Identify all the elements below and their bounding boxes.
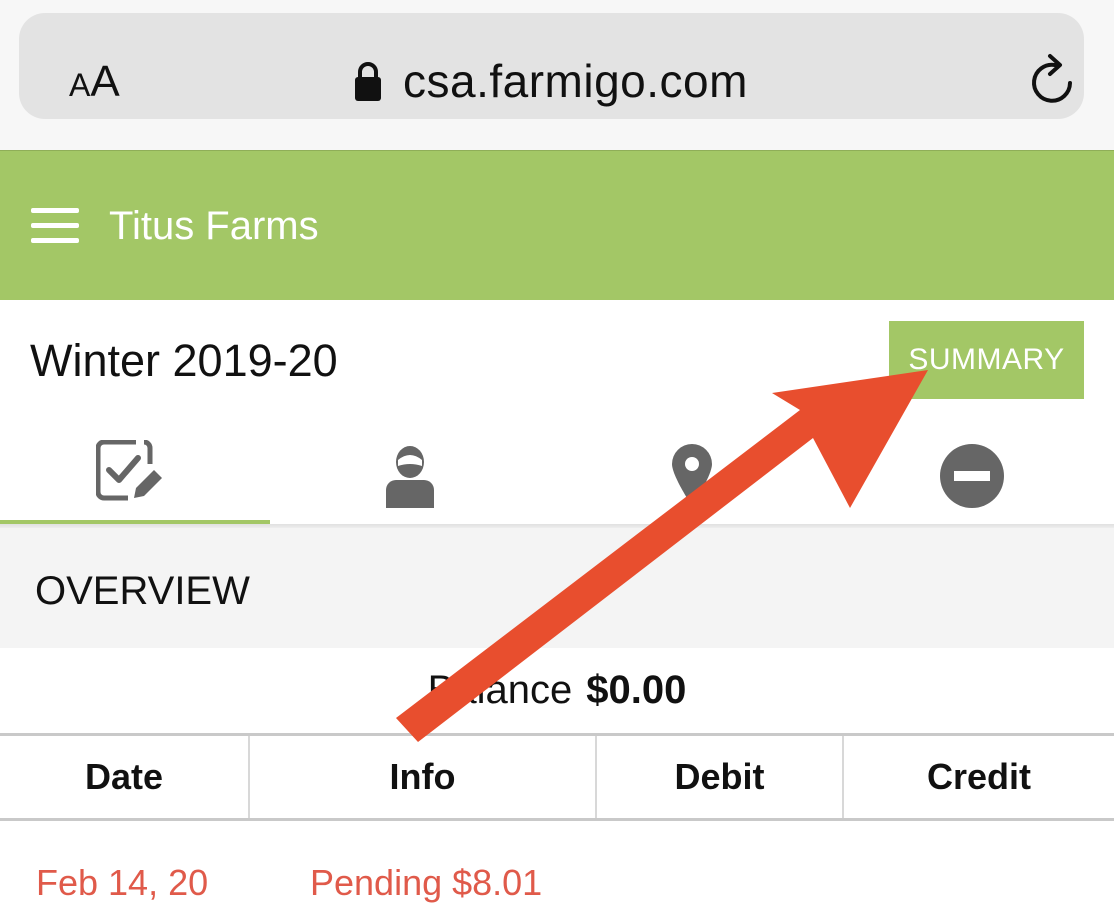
column-header-credit[interactable]: Credit xyxy=(844,736,1114,818)
section-tabs xyxy=(0,420,1114,528)
user-icon xyxy=(386,446,434,508)
reload-icon[interactable] xyxy=(1027,53,1079,107)
url-text: csa.farmigo.com xyxy=(403,55,748,107)
balance-value: $0.00 xyxy=(586,668,687,712)
row-date: Feb 14, 20 xyxy=(36,862,209,903)
app-header: Titus Farms xyxy=(0,150,1114,300)
checklist-edit-icon xyxy=(96,440,162,501)
lock-icon xyxy=(355,62,381,101)
column-header-date[interactable]: Date xyxy=(0,736,250,818)
ledger-header: Date Info Debit Credit xyxy=(0,733,1114,821)
table-row[interactable]: Feb 14, 20 Pending $8.01 xyxy=(0,862,1114,903)
column-header-info[interactable]: Info xyxy=(250,736,597,818)
balance-row: Balance $0.00 xyxy=(0,668,1114,722)
tab-overview[interactable] xyxy=(0,420,270,528)
farm-name: Titus Farms xyxy=(109,204,319,248)
row-info: Pending $8.01 xyxy=(310,862,543,903)
tab-member[interactable] xyxy=(270,420,540,528)
overview-section: OVERVIEW xyxy=(0,528,1114,648)
minus-circle-icon xyxy=(940,444,1004,508)
browser-toolbar: AA csa.farmigo.com xyxy=(0,0,1114,150)
hamburger-menu-icon[interactable] xyxy=(31,208,79,244)
season-title: Winter 2019-20 xyxy=(30,335,338,386)
text-size-button[interactable]: AA xyxy=(69,57,120,110)
column-header-debit[interactable]: Debit xyxy=(597,736,844,818)
summary-button[interactable]: SUMMARY xyxy=(889,321,1084,399)
url-display[interactable]: csa.farmigo.com xyxy=(353,53,748,109)
address-bar[interactable]: AA csa.farmigo.com xyxy=(19,13,1084,119)
location-pin-icon xyxy=(672,444,712,506)
tab-cancel[interactable] xyxy=(810,420,1080,528)
tab-location[interactable] xyxy=(540,420,810,528)
balance-label: Balance xyxy=(427,668,573,712)
overview-title: OVERVIEW xyxy=(35,569,250,613)
